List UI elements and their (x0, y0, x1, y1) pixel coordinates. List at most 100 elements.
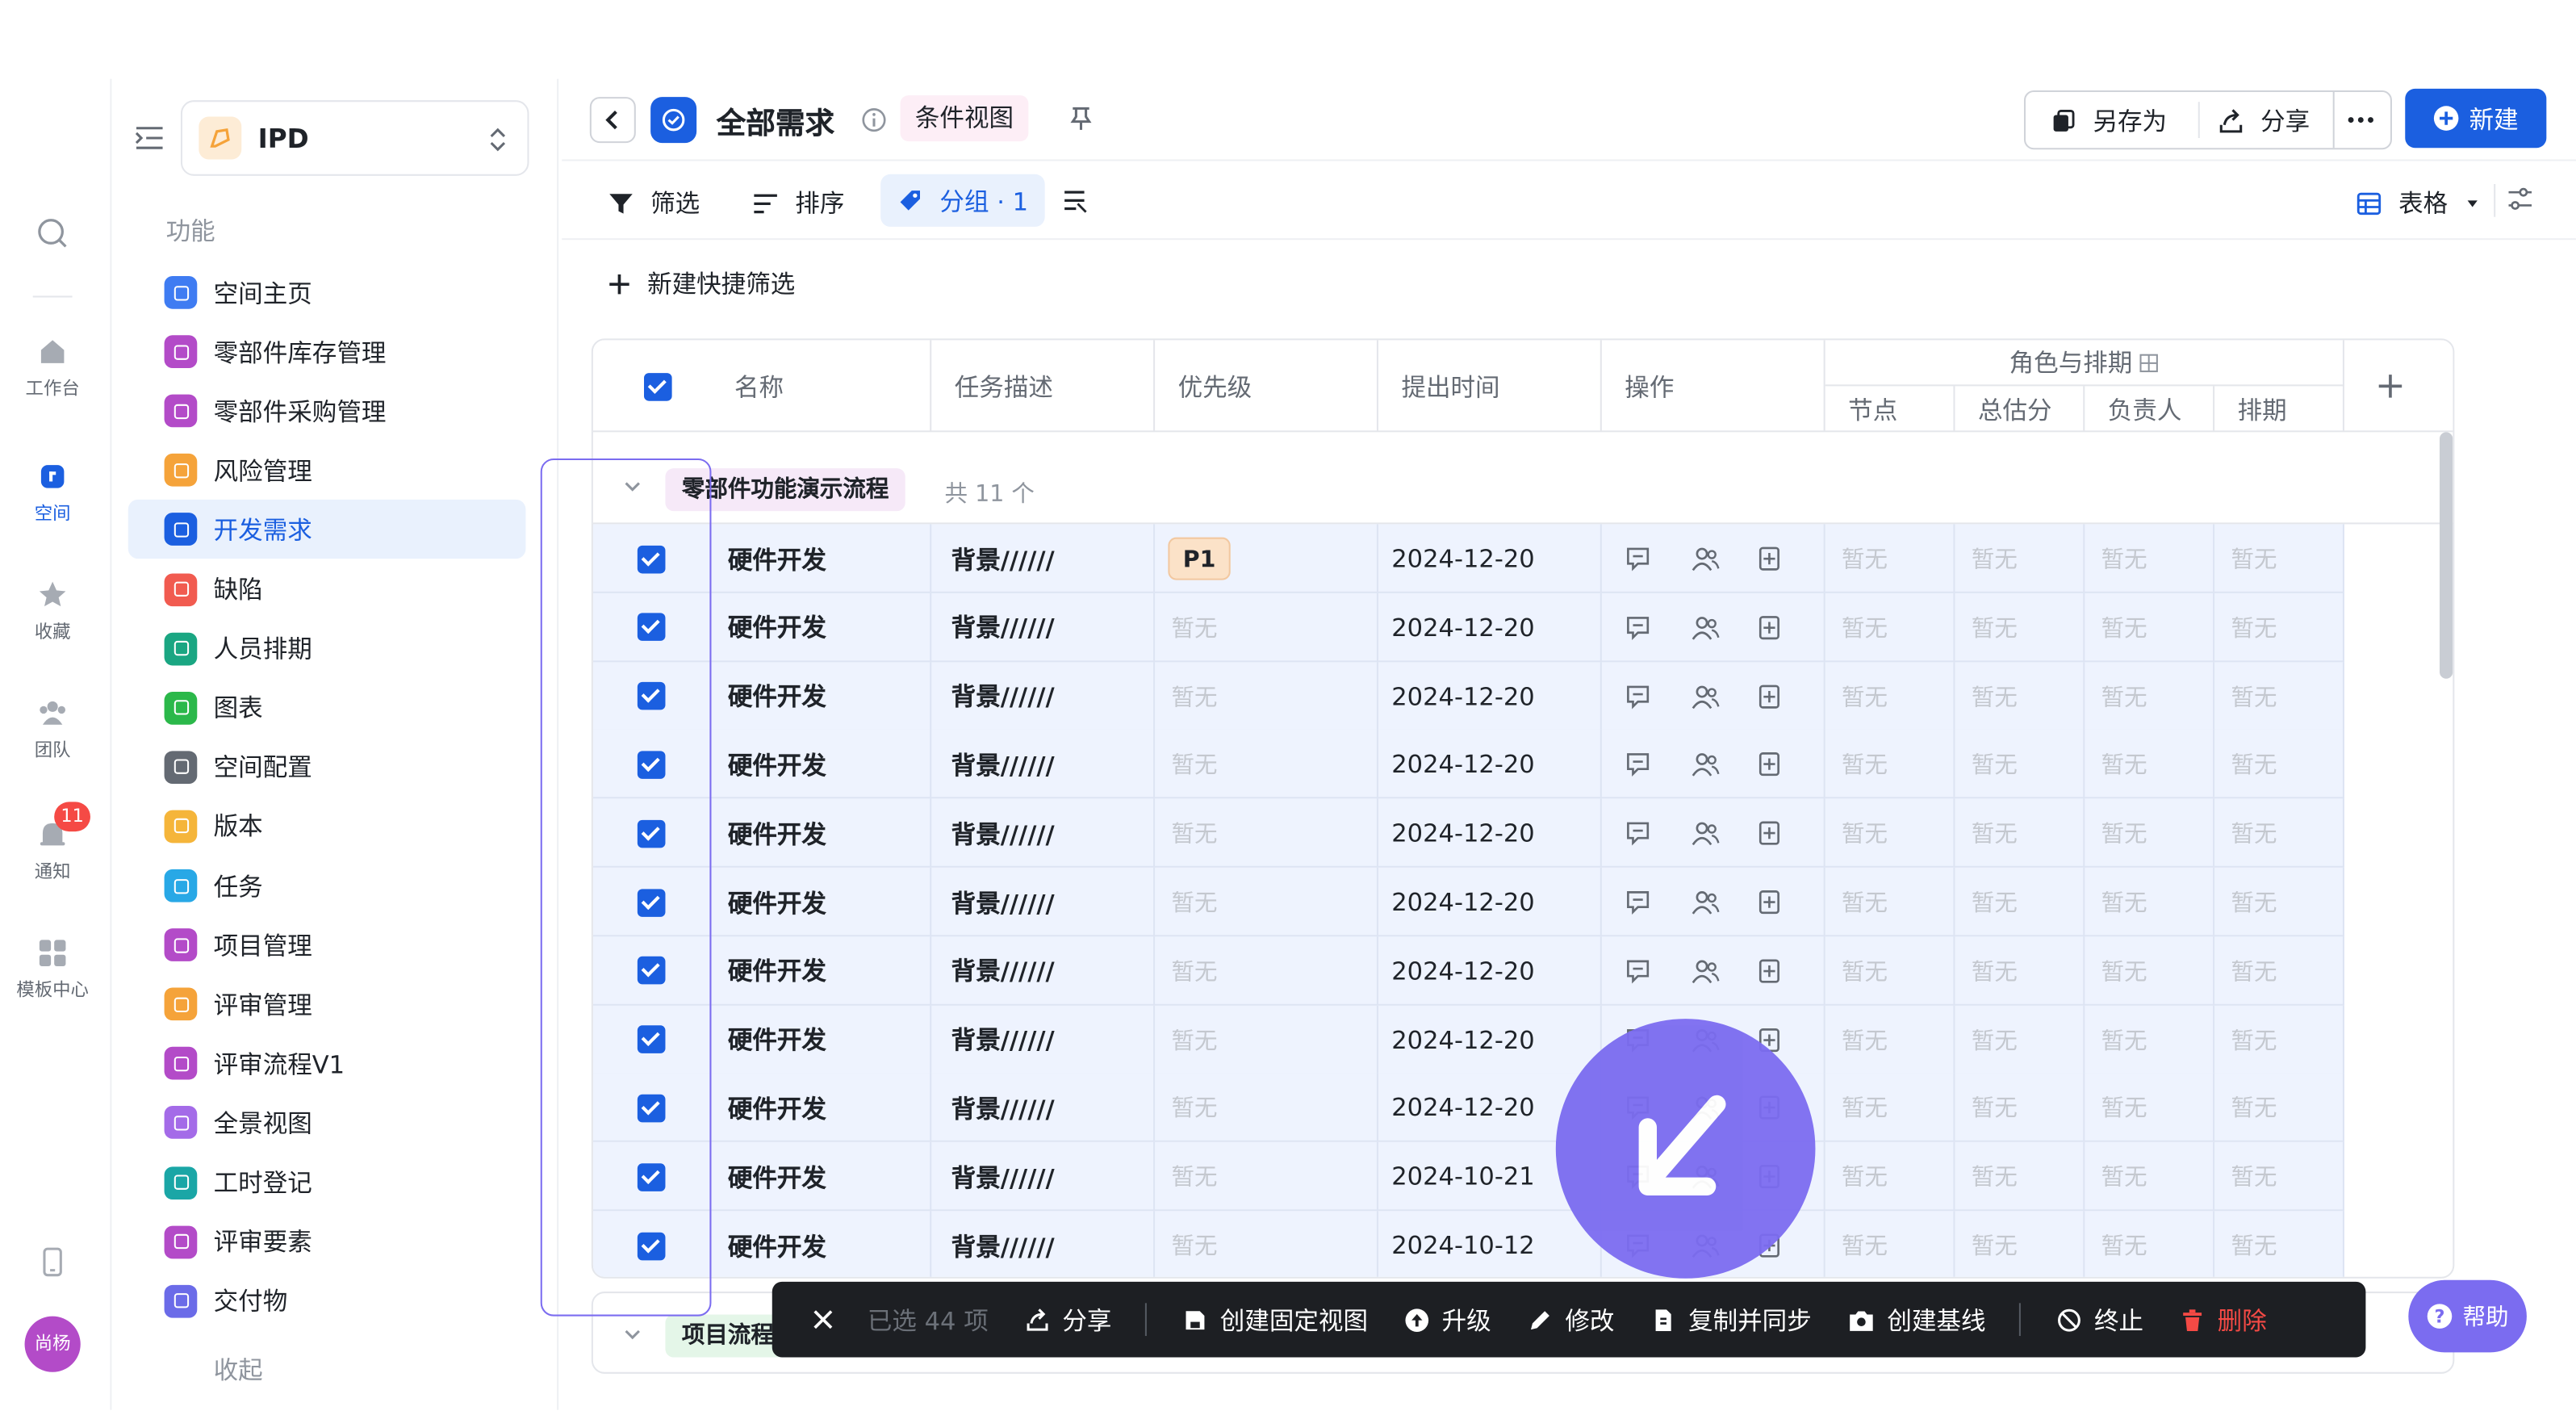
cell-priority[interactable]: 暂无 (1155, 592, 1378, 662)
sidebar-item[interactable]: 评审流程V1 (128, 1034, 526, 1093)
header-node[interactable]: 节点 (1825, 386, 1955, 433)
comment-icon[interactable] (1625, 820, 1651, 847)
cell-date[interactable]: 2024-12-20 (1378, 524, 1602, 593)
cell-priority[interactable]: 暂无 (1155, 867, 1378, 937)
pin-icon[interactable] (1068, 105, 1094, 132)
new-button[interactable]: 新建 (2405, 88, 2547, 149)
cell-role-3[interactable]: 暂无 (2214, 1142, 2344, 1212)
upgrade-button[interactable]: 升级 (1404, 1302, 1491, 1337)
cell-role-2[interactable]: 暂无 (2085, 1211, 2215, 1277)
user-avatar[interactable]: 尚杨 (24, 1316, 81, 1372)
sidebar-item[interactable]: 空间主页 (128, 263, 526, 322)
cell-name[interactable]: 硬件开发 (711, 867, 932, 937)
close-icon[interactable] (812, 1308, 834, 1330)
sidebar-item[interactable]: 交付物 (128, 1271, 526, 1330)
rail-team[interactable]: 团队 (0, 697, 105, 762)
cell-name[interactable]: 硬件开发 (711, 1211, 932, 1277)
cell-role-3[interactable]: 暂无 (2214, 1074, 2344, 1143)
cell-desc[interactable]: 背景////// (931, 1142, 1156, 1212)
cell-priority[interactable]: 暂无 (1155, 1142, 1378, 1212)
comment-icon[interactable] (1625, 889, 1651, 915)
terminate-button[interactable]: 终止 (2056, 1302, 2143, 1337)
table-row[interactable]: 硬件开发 背景////// 暂无 2024-12-20 暂无 暂无 暂无 暂无 (592, 867, 2344, 937)
cell-priority[interactable]: 暂无 (1155, 730, 1378, 800)
chevron-down-icon[interactable] (623, 1326, 642, 1342)
cell-role-1[interactable]: 暂无 (1955, 1074, 2085, 1143)
table-row[interactable]: 硬件开发 背景////// 暂无 2024-10-21 暂无 暂无 暂无 暂无 (592, 1142, 2344, 1212)
assign-users-icon[interactable] (1691, 614, 1721, 641)
comment-icon[interactable] (1625, 546, 1651, 572)
space-selector[interactable]: IPD (180, 100, 529, 176)
cell-name[interactable]: 硬件开发 (711, 730, 932, 800)
sort-button[interactable]: 排序 (752, 186, 844, 220)
cell-desc[interactable]: 背景////// (931, 524, 1156, 593)
table-row[interactable]: 硬件开发 背景////// 暂无 2024-12-20 暂无 暂无 暂无 暂无 (592, 730, 2344, 800)
add-column-button[interactable] (2374, 370, 2407, 403)
cell-role-1[interactable]: 暂无 (1955, 798, 2085, 869)
cell-role-1[interactable]: 暂无 (1955, 1142, 2085, 1212)
cell-role-0[interactable]: 暂无 (1825, 1074, 1955, 1143)
sidebar-item[interactable]: 评审要素 (128, 1212, 526, 1271)
cell-desc[interactable]: 背景////// (931, 798, 1156, 869)
sidebar-item[interactable]: 图表 (128, 678, 526, 737)
cell-role-0[interactable]: 暂无 (1825, 1005, 1955, 1074)
cell-role-1[interactable]: 暂无 (1955, 867, 2085, 937)
help-button[interactable]: ? 帮助 (2408, 1279, 2527, 1353)
assign-users-icon[interactable] (1691, 546, 1721, 572)
cell-name[interactable]: 硬件开发 (711, 1142, 932, 1212)
delete-button[interactable]: 删除 (2180, 1302, 2267, 1337)
header-group-role[interactable]: 角色与排期 (1825, 340, 2344, 387)
cell-role-0[interactable]: 暂无 (1825, 798, 1955, 869)
header-date[interactable]: 提出时间 (1378, 340, 1602, 433)
cell-role-1[interactable]: 暂无 (1955, 592, 2085, 662)
settings-sliders-icon[interactable] (2507, 186, 2533, 212)
sidebar-item[interactable]: 人员排期 (128, 619, 526, 678)
cell-desc[interactable]: 背景////// (931, 1074, 1156, 1143)
cell-date[interactable]: 2024-12-20 (1378, 936, 1602, 1006)
bookmark-add-icon[interactable] (1756, 957, 1783, 984)
create-baseline-button[interactable]: 创建基线 (1848, 1302, 1986, 1337)
cell-role-0[interactable]: 暂无 (1825, 1211, 1955, 1277)
rail-templates[interactable]: 模板中心 (0, 936, 105, 1002)
cell-role-0[interactable]: 暂无 (1825, 1142, 1955, 1212)
cell-date[interactable]: 2024-12-20 (1378, 661, 1602, 731)
cell-role-1[interactable]: 暂无 (1955, 1211, 2085, 1277)
cell-role-1[interactable]: 暂无 (1955, 524, 2085, 593)
cell-priority[interactable]: 暂无 (1155, 1211, 1378, 1277)
cell-role-2[interactable]: 暂无 (2085, 798, 2215, 869)
header-priority[interactable]: 优先级 (1155, 340, 1378, 433)
cell-date[interactable]: 2024-12-20 (1378, 730, 1602, 800)
select-all-checkbox[interactable] (643, 372, 672, 400)
cell-role-2[interactable]: 暂无 (2085, 661, 2215, 731)
collapse-label[interactable]: 收起 (214, 1352, 263, 1387)
cell-role-2[interactable]: 暂无 (2085, 1142, 2215, 1212)
table-row[interactable]: 硬件开发 背景////// 暂无 2024-12-20 暂无 暂无 暂无 暂无 (592, 936, 2344, 1006)
comment-icon[interactable] (1625, 752, 1651, 778)
clear-format-icon[interactable] (1061, 187, 1088, 214)
cell-role-2[interactable]: 暂无 (2085, 524, 2215, 593)
create-fixed-view-button[interactable]: 创建固定视图 (1182, 1302, 1368, 1337)
cell-date[interactable]: 2024-12-20 (1378, 798, 1602, 869)
header-schedule[interactable]: 排期 (2214, 386, 2344, 433)
comment-icon[interactable] (1625, 614, 1651, 641)
bookmark-add-icon[interactable] (1756, 683, 1783, 710)
cell-role-1[interactable]: 暂无 (1955, 661, 2085, 731)
bulk-share-button[interactable]: 分享 (1025, 1302, 1111, 1337)
copy-sync-button[interactable]: 复制并同步 (1650, 1302, 1812, 1337)
rail-mobile[interactable] (0, 1246, 105, 1285)
cell-name[interactable]: 硬件开发 (711, 1074, 932, 1143)
rail-notify[interactable]: 通知 11 (0, 802, 105, 884)
cell-priority[interactable]: 暂无 (1155, 1005, 1378, 1074)
rail-workbench[interactable]: 工作台 (0, 335, 105, 400)
assign-users-icon[interactable] (1691, 683, 1721, 710)
comment-icon[interactable] (1625, 957, 1651, 984)
table-row[interactable]: 硬件开发 背景////// 暂无 2024-12-20 暂无 暂无 暂无 暂无 (592, 1074, 2344, 1143)
cell-role-3[interactable]: 暂无 (2214, 936, 2344, 1006)
cell-role-3[interactable]: 暂无 (2214, 867, 2344, 937)
collapse-sidebar-icon[interactable] (135, 125, 165, 152)
cell-role-2[interactable]: 暂无 (2085, 730, 2215, 800)
cell-desc[interactable]: 背景////// (931, 730, 1156, 800)
rail-space[interactable]: 空间 (0, 460, 105, 525)
filter-button[interactable]: 筛选 (608, 186, 700, 220)
sidebar-item[interactable]: 零部件库存管理 (128, 322, 526, 381)
